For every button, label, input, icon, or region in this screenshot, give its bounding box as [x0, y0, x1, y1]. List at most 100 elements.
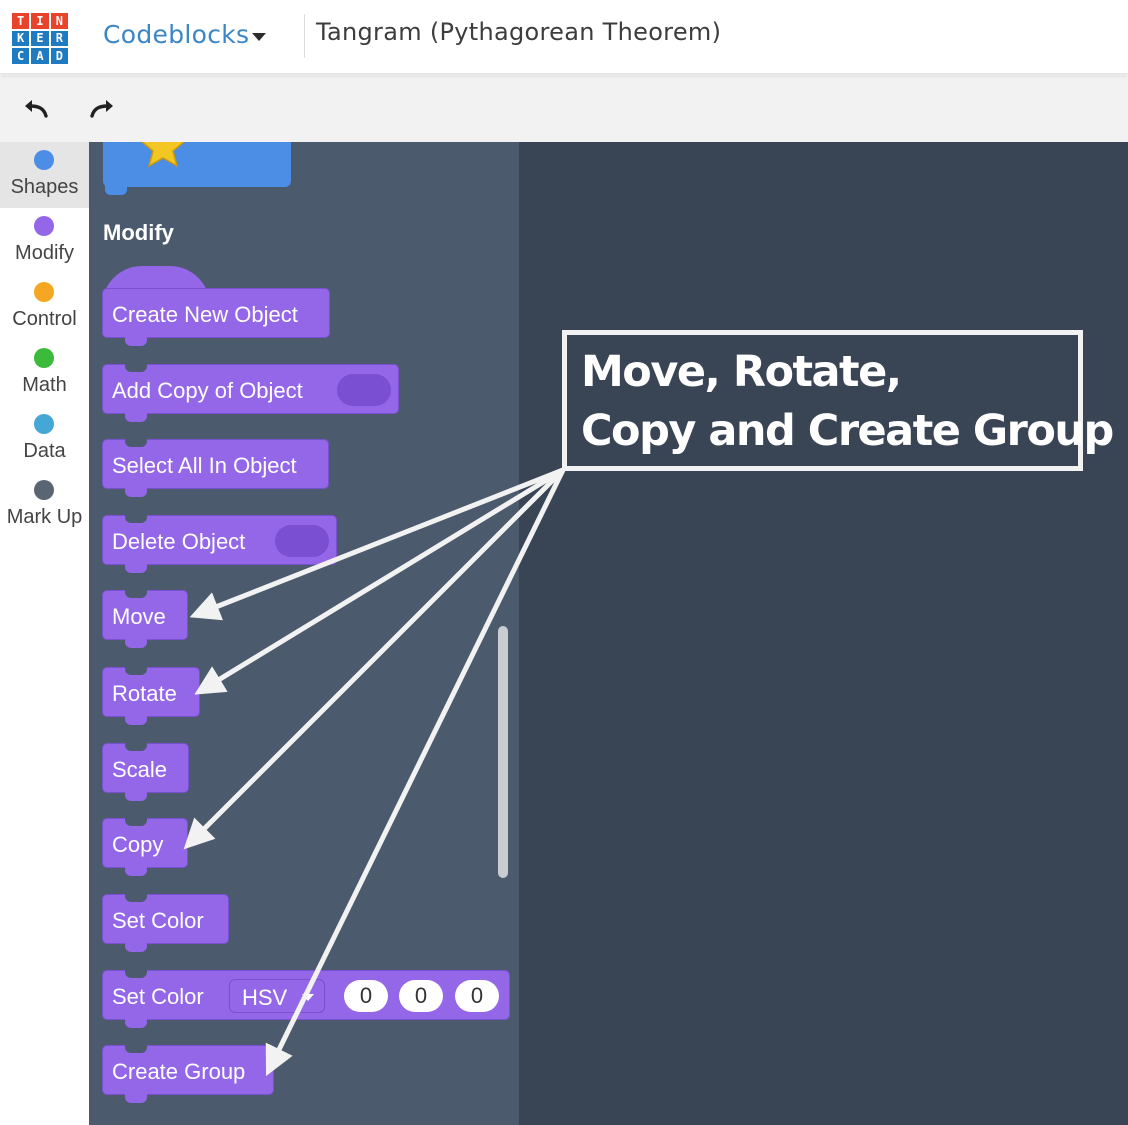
- control-dot-icon: [34, 282, 54, 302]
- block-notch: [105, 185, 127, 195]
- data-dot-icon: [34, 414, 54, 434]
- category-data[interactable]: Data: [0, 406, 89, 472]
- block-rotate[interactable]: Rotate: [102, 667, 200, 725]
- section-title: Modify: [103, 220, 174, 245]
- top-header: TIN KER CAD Codeblocks Tangram (Pythagorea…: [0, 0, 1128, 74]
- mode-label[interactable]: Codeblocks: [103, 20, 249, 49]
- block-label: Move: [112, 604, 166, 629]
- block-label: Copy: [112, 832, 164, 857]
- block-set-color-hsv[interactable]: Set Color HSV 0 0 0: [102, 970, 510, 1028]
- block-label: Scale: [112, 757, 168, 782]
- block-set-color[interactable]: Set Color: [102, 894, 229, 952]
- callout-line-1: Move, Rotate,: [581, 347, 902, 397]
- block-delete-object[interactable]: Delete Object: [102, 515, 337, 573]
- block-label: Set Color: [112, 984, 204, 1009]
- tinkercad-logo[interactable]: TIN KER CAD: [12, 13, 68, 64]
- color-mode-value: HSV: [242, 985, 288, 1010]
- block-top-notch: [125, 1045, 147, 1053]
- block-top-notch: [125, 439, 147, 447]
- block-add-copy-of-object[interactable]: Add Copy of Object: [102, 364, 399, 422]
- logo-letter: R: [50, 30, 68, 47]
- chevron-down-icon: [302, 994, 314, 1001]
- redo-button[interactable]: [88, 94, 118, 124]
- logo-letter: D: [50, 48, 68, 64]
- block-top-notch: [125, 515, 147, 523]
- block-scale[interactable]: Scale: [102, 743, 189, 801]
- category-label: Data: [23, 440, 66, 462]
- block-notch: [125, 638, 147, 648]
- category-label: Math: [22, 374, 67, 396]
- object-input-slot[interactable]: [337, 374, 391, 406]
- block-top-notch: [125, 970, 147, 978]
- hue-input[interactable]: 0: [344, 980, 388, 1012]
- block-copy[interactable]: Copy: [102, 818, 188, 876]
- block-label: Add Copy of Object: [112, 378, 303, 403]
- logo-letter: E: [31, 30, 49, 47]
- block-label: Create New Object: [112, 302, 298, 327]
- block-notch: [125, 942, 147, 952]
- logo-letter: K: [12, 30, 30, 47]
- category-math[interactable]: Math: [0, 340, 89, 406]
- logo-letter: N: [50, 13, 68, 29]
- math-dot-icon: [34, 348, 54, 368]
- block-create-new-object[interactable]: Create New Object: [102, 288, 330, 346]
- callout-line-2: Copy and Create Group: [581, 406, 1114, 456]
- block-top-notch: [125, 743, 147, 751]
- category-label: Modify: [15, 242, 74, 264]
- block-label: Rotate: [112, 681, 177, 706]
- logo-letter: C: [12, 48, 30, 64]
- value-input[interactable]: 0: [455, 980, 499, 1012]
- category-sidebar: Shapes Modify Control Math Data Mark Up: [0, 142, 89, 1125]
- block-label: Create Group: [112, 1059, 246, 1084]
- category-modify[interactable]: Modify: [0, 208, 89, 274]
- block-label: Delete Object: [112, 529, 246, 554]
- block-notch: [125, 1018, 147, 1028]
- logo-letter: A: [31, 48, 49, 64]
- block-notch: [125, 487, 147, 497]
- shapes-dot-icon: [34, 150, 54, 170]
- category-label: Control: [12, 308, 77, 330]
- block-top-notch: [125, 667, 147, 675]
- category-shapes[interactable]: Shapes: [0, 142, 89, 208]
- modify-dot-icon: [34, 216, 54, 236]
- header-divider: [304, 14, 305, 58]
- category-control[interactable]: Control: [0, 274, 89, 340]
- block-top-notch: [125, 894, 147, 902]
- toolbar: [0, 76, 1128, 142]
- block-notch: [125, 563, 147, 573]
- undo-icon: [25, 100, 48, 118]
- tinkercad-codeblocks-screen: TIN KER CAD Codeblocks Tangram (Pythagorea…: [0, 0, 1128, 1125]
- block-create-group[interactable]: Create Group: [102, 1045, 274, 1103]
- star-shape-block[interactable]: [103, 142, 291, 187]
- block-flyout: Modify Create New Object Add Copy of Obj…: [89, 142, 519, 1125]
- markup-dot-icon: [34, 480, 54, 500]
- block-label: Select All In Object: [112, 453, 297, 478]
- block-notch: [125, 866, 147, 876]
- block-label: Set Color: [112, 908, 204, 933]
- logo-letter: I: [31, 13, 49, 29]
- block-notch: [125, 791, 147, 801]
- chevron-down-icon[interactable]: [252, 33, 266, 41]
- redo-icon: [90, 100, 113, 118]
- category-markup[interactable]: Mark Up: [0, 472, 89, 538]
- undo-button[interactable]: [20, 94, 50, 124]
- block-notch: [125, 412, 147, 422]
- block-notch: [125, 1093, 147, 1103]
- block-move[interactable]: Move: [102, 590, 188, 648]
- project-title[interactable]: Tangram (Pythagorean Theorem): [316, 18, 721, 46]
- block-top-notch: [125, 818, 147, 826]
- object-input-slot[interactable]: [275, 525, 329, 557]
- saturation-input[interactable]: 0: [399, 980, 443, 1012]
- color-mode-dropdown[interactable]: HSV: [229, 979, 325, 1013]
- block-top-notch: [125, 590, 147, 598]
- category-label: Shapes: [10, 176, 79, 198]
- block-notch: [125, 715, 147, 725]
- flyout-scrollbar[interactable]: [498, 626, 508, 878]
- code-workspace[interactable]: [519, 142, 1128, 1125]
- block-top-notch: [125, 364, 147, 372]
- star-icon: [141, 142, 185, 168]
- category-label: Mark Up: [6, 506, 83, 528]
- block-select-all-in-object[interactable]: Select All In Object: [102, 439, 329, 497]
- annotation-callout: Move, Rotate, Copy and Create Group: [562, 330, 1114, 471]
- block-notch: [125, 336, 147, 346]
